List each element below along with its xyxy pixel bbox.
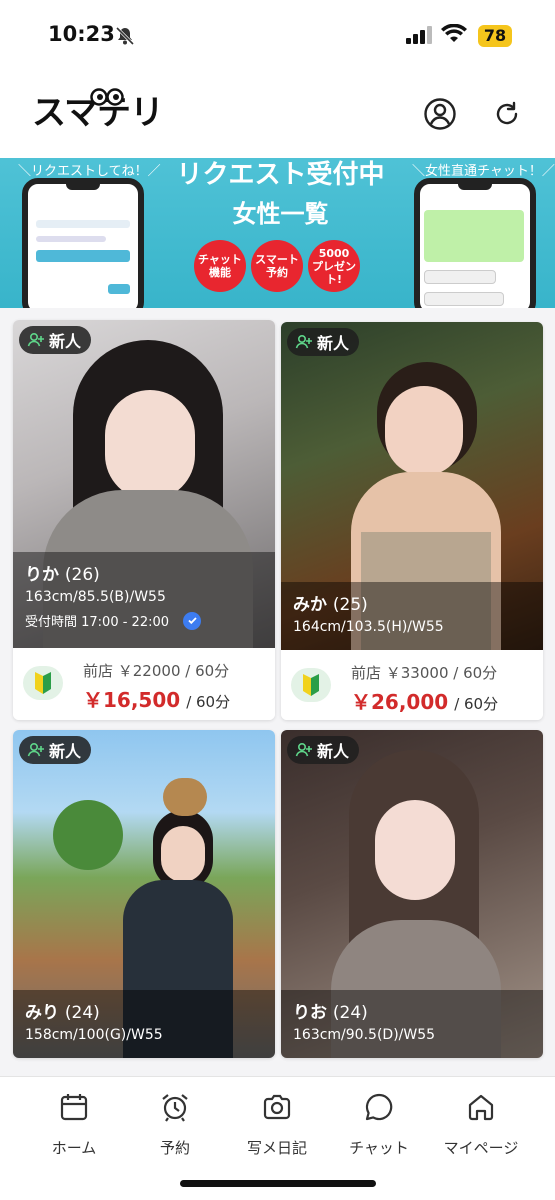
profile-age: (24) [332,1003,368,1023]
banner-phone-left [22,178,144,308]
profile-size: 164cm/103.5(H)/W55 [293,619,444,635]
tab-photo-diary[interactable]: 写メ日記 [224,1091,330,1158]
wifi-icon [441,23,467,48]
profile-card[interactable]: 新人 りお (24) 163cm/90.5(D)/W55 [281,730,543,1058]
profile-name: りか [25,565,59,585]
tab-label: ホーム [51,1139,97,1157]
app-logo[interactable]: スマテリ [32,88,164,136]
banner-phone-right [414,178,536,308]
banner-left-tag: ＼リクエストしてね！／ [18,164,161,179]
beginner-mark-icon [23,666,63,700]
signal-icon [406,26,434,48]
refresh-icon [496,101,518,125]
profile-age: (26) [64,565,100,585]
bell-muted-icon [115,26,135,50]
tab-reservation[interactable]: 予約 [122,1091,228,1158]
profile-name: みか [293,595,327,615]
profile-size: 158cm/100(G)/W55 [25,1027,163,1043]
app-header: スマテリ [0,72,555,158]
user-plus-icon [295,334,312,349]
banner-pill-chat: チャット 機能 [194,240,246,292]
user-plus-icon [27,742,44,757]
alarm-clock-icon [162,1094,188,1122]
status-time: 10:23 [48,22,115,46]
tab-label: チャット [349,1139,409,1157]
previous-price: 前店 ￥33000 / 60分 [351,664,498,682]
profile-size: 163cm/85.5(B)/W55 [25,589,166,605]
profile-card[interactable]: 新人 みり (24) 158cm/100(G)/W55 [13,730,275,1058]
profile-card[interactable]: 新人 みか (25) 164cm/103.5(H)/W55 前店 ￥33000 … [281,322,543,720]
tab-label: 予約 [159,1139,190,1157]
new-badge: 新人 [19,736,92,764]
profile-info-overlay: りお (24) 163cm/90.5(D)/W55 [281,990,543,1058]
calendar-icon [60,1094,88,1121]
tab-label: 写メ日記 [246,1139,307,1157]
camera-icon [263,1094,291,1120]
user-icon [424,98,456,130]
banner-subtitle: 女性一覧 [232,200,329,228]
profile-info-overlay: みり (24) 158cm/100(G)/W55 [13,990,275,1058]
refresh-button[interactable] [487,94,527,134]
tab-mypage[interactable]: マイページ [428,1091,534,1158]
new-badge-label: 新人 [49,332,82,351]
previous-price: 前店 ￥22000 / 60分 [83,662,230,680]
profile-card[interactable]: 新人 りか (26) 163cm/85.5(B)/W55 受付時間 17:00 … [13,320,275,720]
profile-info-overlay: りか (26) 163cm/85.5(B)/W55 受付時間 17:00 - 2… [13,552,275,648]
profile-name: みり [25,1003,59,1023]
home-icon [468,1094,494,1121]
profile-age: (24) [64,1003,100,1023]
beginner-mark-icon [291,668,331,702]
banner-pill-present: 5000 プレゼント! [308,240,360,292]
chat-bubble-icon [365,1093,393,1121]
current-price: ￥16,500 [83,688,181,712]
user-plus-icon [295,742,312,757]
user-plus-icon [27,332,44,347]
banner-pill-reserve: スマート 予約 [251,240,303,292]
new-badge-label: 新人 [49,742,82,761]
logo-eyes-icon [90,88,124,106]
price-area: 前店 ￥33000 / 60分 ￥26,000 / 60分 [281,650,543,720]
new-badge-label: 新人 [317,334,350,353]
price-area: 前店 ￥22000 / 60分 ￥16,500 / 60分 [13,648,275,720]
account-button[interactable] [420,94,460,134]
verified-check-icon [183,611,202,630]
new-badge: 新人 [19,326,92,354]
tab-label: マイページ [443,1139,519,1157]
banner-title: リクエスト受付中 [176,160,385,190]
new-badge: 新人 [287,328,360,356]
profile-name: りお [293,1003,327,1023]
tab-home[interactable]: ホーム [21,1091,127,1158]
status-bar: 10:23 78 [0,0,555,72]
battery-indicator: 78 [478,25,512,47]
profile-age: (25) [332,595,368,615]
current-price: ￥26,000 [351,690,449,714]
profile-size: 163cm/90.5(D)/W55 [293,1027,436,1043]
new-badge: 新人 [287,736,360,764]
price-duration: / 60分 [454,695,499,713]
tab-chat[interactable]: チャット [326,1091,432,1158]
reception-hours: 受付時間 17:00 - 22:00 [25,615,170,630]
profile-info-overlay: みか (25) 164cm/103.5(H)/W55 [281,582,543,650]
promo-banner[interactable]: ＼リクエストしてね！／ ＼女性直通チャット！／ リクエスト受付中 女性一覧 チャ… [0,158,555,308]
home-indicator [180,1180,376,1187]
banner-right-tag: ＼女性直通チャット！／ [412,164,555,179]
price-duration: / 60分 [186,693,231,711]
new-badge-label: 新人 [317,742,350,761]
